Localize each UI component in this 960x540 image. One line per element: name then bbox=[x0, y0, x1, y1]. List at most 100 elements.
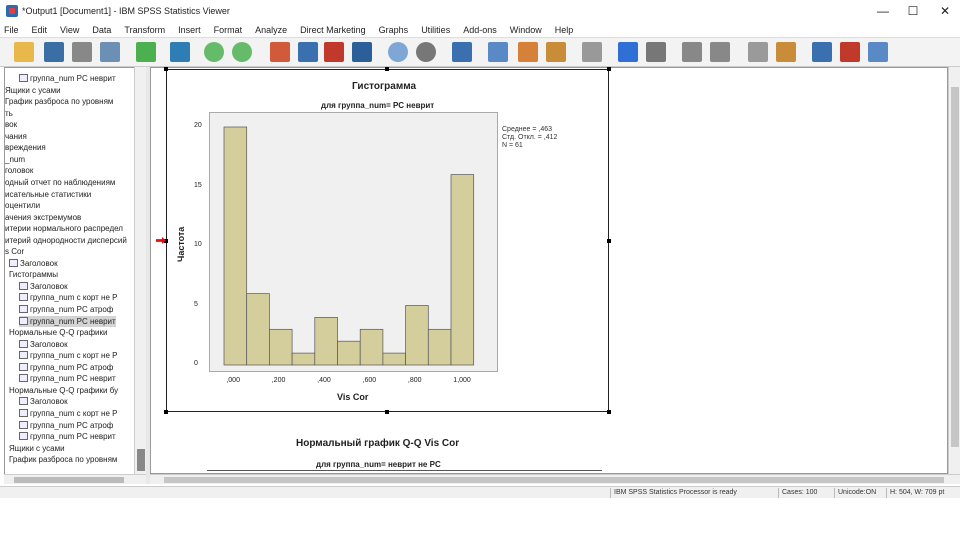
outline-item[interactable]: s Cor bbox=[5, 246, 24, 258]
outline-item-label: вреждения bbox=[5, 143, 46, 153]
outline-vertical-scrollbar[interactable] bbox=[134, 67, 146, 476]
spss-app-icon bbox=[6, 5, 18, 17]
outline-item[interactable]: Ящики с усами bbox=[9, 443, 65, 455]
outline-item[interactable]: исательные статистики bbox=[5, 189, 91, 201]
outline-item[interactable]: итерии нормального распредел bbox=[5, 223, 123, 235]
scroll-thumb[interactable] bbox=[951, 87, 959, 447]
menu-edit[interactable]: Edit bbox=[32, 25, 48, 35]
y-tick-label: 0 bbox=[194, 360, 198, 367]
outline-item[interactable]: группа_num PC атроф bbox=[19, 362, 113, 374]
promote-icon[interactable] bbox=[618, 42, 638, 62]
show-icon[interactable] bbox=[748, 42, 768, 62]
menu-format[interactable]: Format bbox=[214, 25, 243, 35]
goto-data-icon[interactable] bbox=[270, 42, 290, 62]
menu-add-ons[interactable]: Add-ons bbox=[463, 25, 497, 35]
outline-pane[interactable]: группа_num PC неврит Ящики с усами График … bbox=[4, 67, 142, 476]
find-icon[interactable] bbox=[388, 42, 408, 62]
menu-window[interactable]: Window bbox=[510, 25, 542, 35]
outline-item[interactable]: Гистограммы bbox=[9, 269, 58, 281]
menu-file[interactable]: File bbox=[4, 25, 19, 35]
hide-icon[interactable] bbox=[776, 42, 796, 62]
outline-item[interactable]: Ящики с усами bbox=[5, 85, 61, 97]
goto-case-icon[interactable] bbox=[298, 42, 318, 62]
content-vertical-scrollbar[interactable] bbox=[948, 67, 960, 474]
outline-item[interactable]: Заголовок bbox=[19, 281, 68, 293]
weight-cases-icon[interactable] bbox=[488, 42, 508, 62]
outline-item[interactable]: группа_num PC атроф bbox=[19, 304, 113, 316]
outline-item[interactable]: оцентили bbox=[5, 200, 40, 212]
outline-item[interactable]: График разброса по уровням bbox=[5, 96, 113, 108]
undo-icon[interactable] bbox=[204, 42, 224, 62]
scroll-thumb[interactable] bbox=[164, 477, 944, 483]
insert-text-icon[interactable] bbox=[868, 42, 888, 62]
scroll-thumb[interactable] bbox=[137, 449, 145, 471]
outline-item[interactable]: чания bbox=[5, 131, 27, 143]
menu-view[interactable]: View bbox=[60, 25, 79, 35]
outline-item[interactable]: График разброса по уровням bbox=[9, 454, 117, 466]
outline-item[interactable]: группа_num PC неврит bbox=[19, 73, 116, 85]
outline-item[interactable]: Заголовок bbox=[19, 396, 68, 408]
print-icon[interactable] bbox=[72, 42, 92, 62]
outline-item[interactable]: вок bbox=[5, 119, 17, 131]
outline-horizontal-scrollbar[interactable] bbox=[4, 474, 146, 484]
outline-item[interactable]: группа_num с корт не Р bbox=[19, 350, 117, 362]
outline-item[interactable]: группа_num PC атроф bbox=[19, 420, 113, 432]
designate-window-icon[interactable] bbox=[582, 42, 602, 62]
menu-data[interactable]: Data bbox=[92, 25, 111, 35]
menu-direct-marketing[interactable]: Direct Marketing bbox=[300, 25, 366, 35]
maximize-icon[interactable]: ☐ bbox=[898, 0, 928, 22]
outline-item-label: График разброса по уровням bbox=[5, 97, 114, 107]
outline-item[interactable]: головок bbox=[5, 165, 33, 177]
outline-item[interactable]: Нормальные Q-Q графики bbox=[9, 327, 107, 339]
outline-item[interactable]: группа_num с корт не Р bbox=[19, 408, 117, 420]
selection-handle[interactable] bbox=[385, 67, 389, 71]
selection-handle[interactable] bbox=[607, 410, 611, 414]
outline-item[interactable]: Заголовок bbox=[19, 339, 68, 351]
recall-dialog-icon[interactable] bbox=[170, 42, 190, 62]
open-folder-icon[interactable] bbox=[14, 42, 34, 62]
menu-utilities[interactable]: Utilities bbox=[421, 25, 450, 35]
split-file-icon[interactable] bbox=[452, 42, 472, 62]
outline-item[interactable]: одный отчет по наблюдениям bbox=[5, 177, 115, 189]
variables-icon[interactable] bbox=[352, 42, 372, 62]
scroll-thumb[interactable] bbox=[14, 477, 124, 483]
outline-item[interactable]: ачения экстремумов bbox=[5, 212, 81, 224]
minimize-icon[interactable]: — bbox=[868, 0, 898, 22]
selection-handle[interactable] bbox=[607, 67, 611, 71]
menu-transform[interactable]: Transform bbox=[124, 25, 165, 35]
demote-icon[interactable] bbox=[646, 42, 666, 62]
selection-handle[interactable] bbox=[164, 410, 168, 414]
menu-graphs[interactable]: Graphs bbox=[379, 25, 409, 35]
redo-icon[interactable] bbox=[232, 42, 252, 62]
outline-item[interactable]: ть bbox=[5, 108, 13, 120]
outline-item[interactable]: вреждения bbox=[5, 142, 46, 154]
menu-insert[interactable]: Insert bbox=[178, 25, 201, 35]
menu-help[interactable]: Help bbox=[555, 25, 574, 35]
menu-analyze[interactable]: Analyze bbox=[255, 25, 287, 35]
insert-heading-icon[interactable] bbox=[812, 42, 832, 62]
select-cases-icon[interactable] bbox=[518, 42, 538, 62]
value-labels-icon[interactable] bbox=[546, 42, 566, 62]
outline-item[interactable]: Заголовок bbox=[9, 258, 58, 270]
print-preview-icon[interactable] bbox=[100, 42, 120, 62]
insert-title-icon[interactable] bbox=[840, 42, 860, 62]
outline-item[interactable]: группа_num с корт не Р bbox=[19, 292, 117, 304]
outline-item[interactable]: итерий однородности дисперсий bbox=[5, 235, 127, 247]
export-icon[interactable] bbox=[136, 42, 156, 62]
outline-item[interactable]: группа_num PC неврит bbox=[19, 373, 116, 385]
outline-item[interactable]: группа_num PC неврит bbox=[19, 315, 116, 328]
insert-cases-icon[interactable] bbox=[416, 42, 436, 62]
content-horizontal-scrollbar[interactable] bbox=[150, 474, 960, 484]
expand-icon[interactable] bbox=[682, 42, 702, 62]
selection-handle[interactable] bbox=[164, 67, 168, 71]
outline-item[interactable]: Нормальные Q-Q графики бу bbox=[9, 385, 118, 397]
outline-item[interactable]: группа_num PC неврит bbox=[19, 431, 116, 443]
selection-handle[interactable] bbox=[607, 239, 611, 243]
histogram-bars bbox=[223, 126, 475, 366]
collapse-icon[interactable] bbox=[710, 42, 730, 62]
save-icon[interactable] bbox=[44, 42, 64, 62]
close-icon[interactable]: ✕ bbox=[930, 0, 960, 22]
outline-item[interactable]: _num bbox=[5, 154, 25, 166]
selection-handle[interactable] bbox=[385, 410, 389, 414]
goto-variable-icon[interactable] bbox=[324, 42, 344, 62]
